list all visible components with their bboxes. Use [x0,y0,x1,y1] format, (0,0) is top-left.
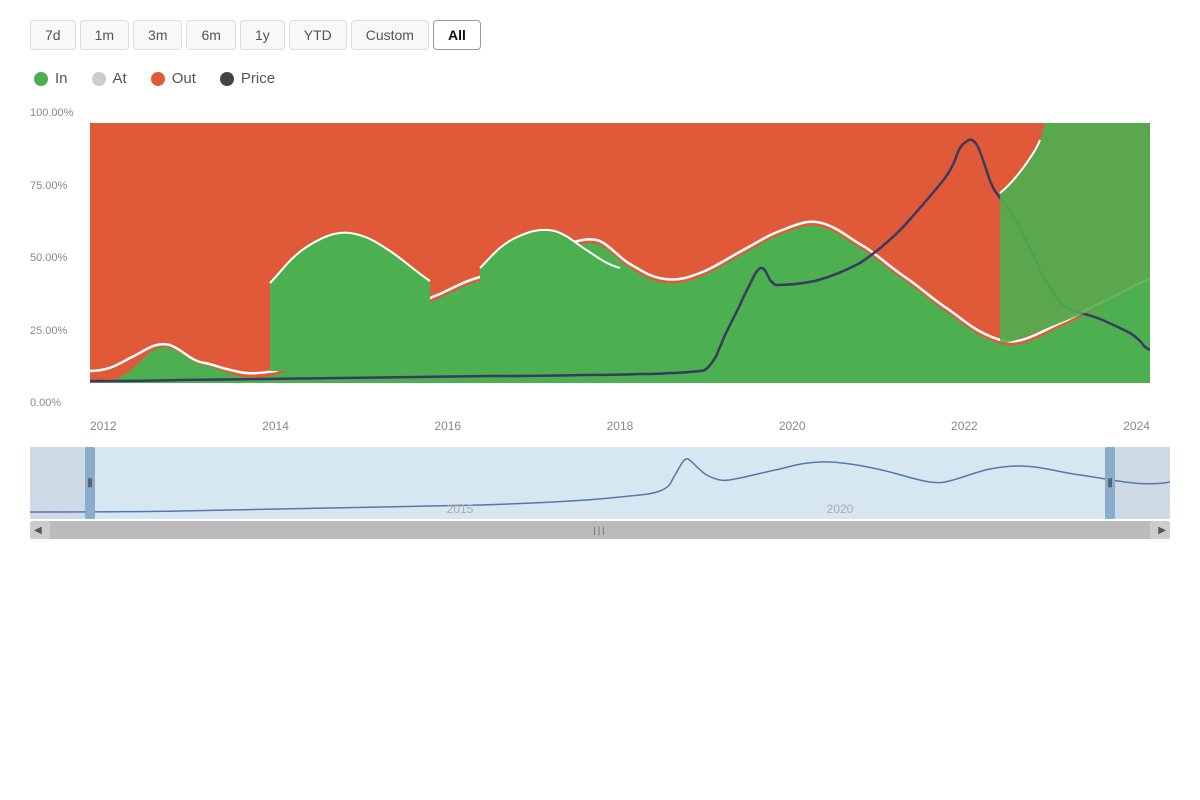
time-btn-7d[interactable]: 7d [30,20,76,50]
legend-label-at: At [113,70,127,87]
scroll-left-arrow[interactable]: ◀ [34,525,42,536]
navigator-chart[interactable]: ⦀ ⦀ 2015 2020 [30,447,1170,519]
time-btn-all[interactable]: All [433,20,481,50]
time-btn-3m[interactable]: 3m [133,20,182,50]
scrollbar[interactable]: ◀ ||| ▶ [30,521,1170,539]
x-label-2020: 2020 [779,419,806,433]
legend-label-out: Out [172,70,196,87]
time-btn-ytd[interactable]: YTD [289,20,347,50]
legend-item-in: In [34,70,68,87]
x-label-2014: 2014 [262,419,289,433]
svg-text:⦀: ⦀ [1108,478,1113,490]
legend-item-out: Out [151,70,196,87]
legend-item-at: At [92,70,127,87]
navigator-svg: ⦀ ⦀ 2015 2020 [30,447,1170,519]
time-btn-6m[interactable]: 6m [186,20,235,50]
time-btn-1y[interactable]: 1y [240,20,285,50]
x-label-2018: 2018 [607,419,634,433]
x-label-2012: 2012 [90,419,117,433]
legend-label-price: Price [241,70,275,87]
x-label-2022: 2022 [951,419,978,433]
y-label-100: 100.00% [30,107,90,119]
y-label-25: 25.00% [30,325,90,337]
y-label-75: 75.00% [30,180,90,192]
legend-dot-out [151,72,165,86]
y-label-0: 0.00% [30,397,90,409]
chart-legend: In At Out Price [30,70,1170,87]
x-label-2016: 2016 [434,419,461,433]
legend-label-in: In [55,70,68,87]
time-btn-1m[interactable]: 1m [80,20,129,50]
main-chart-container: 100.00% 75.00% 50.00% 25.00% 0.00% [30,103,1170,439]
time-btn-custom[interactable]: Custom [351,20,429,50]
svg-text:⦀: ⦀ [88,478,93,490]
x-axis: 2012 2014 2016 2018 2020 2022 2024 [30,413,1150,439]
navigator-container: ⦀ ⦀ 2015 2020 ◀ ||| ▶ [30,447,1170,539]
legend-dot-price [220,72,234,86]
legend-dot-at [92,72,106,86]
main-chart-svg [90,103,1150,413]
legend-dot-in [34,72,48,86]
legend-item-price: Price [220,70,275,87]
x-label-2024: 2024 [1123,419,1150,433]
scroll-right-arrow[interactable]: ▶ [1158,525,1166,536]
scrollbar-thumb[interactable]: ||| [50,521,1150,539]
time-range-selector: 7d1m3m6m1yYTDCustomAll [30,20,1170,50]
svg-text:2015: 2015 [447,502,474,516]
scroll-thumb-indicator: ||| [593,525,606,535]
y-label-50: 50.00% [30,252,90,264]
svg-text:2020: 2020 [827,502,854,516]
